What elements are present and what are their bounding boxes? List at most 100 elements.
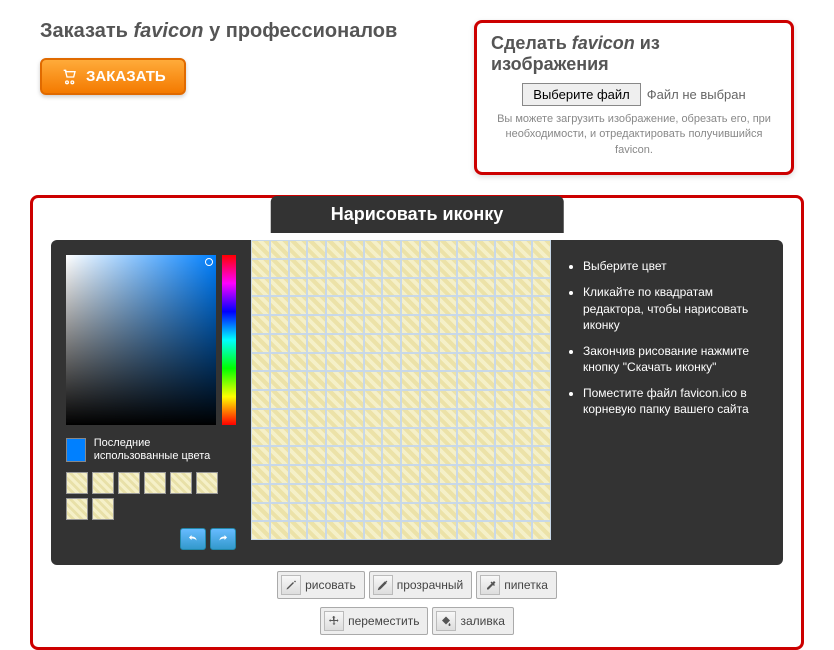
pixel-cell[interactable] — [307, 390, 326, 409]
pixel-cell[interactable] — [420, 353, 439, 372]
pixel-cell[interactable] — [514, 353, 533, 372]
pixel-cell[interactable] — [307, 353, 326, 372]
pixel-cell[interactable] — [457, 465, 476, 484]
recent-swatch[interactable] — [170, 472, 192, 494]
pixel-cell[interactable] — [401, 334, 420, 353]
pixel-cell[interactable] — [457, 296, 476, 315]
pixel-cell[interactable] — [457, 353, 476, 372]
pixel-cell[interactable] — [476, 446, 495, 465]
pixel-cell[interactable] — [345, 296, 364, 315]
pixel-cell[interactable] — [476, 353, 495, 372]
pixel-cell[interactable] — [364, 371, 383, 390]
pixel-cell[interactable] — [289, 484, 308, 503]
pixel-cell[interactable] — [251, 409, 270, 428]
pixel-cell[interactable] — [270, 353, 289, 372]
pixel-cell[interactable] — [476, 521, 495, 540]
pixel-cell[interactable] — [420, 334, 439, 353]
pixel-cell[interactable] — [364, 353, 383, 372]
pixel-cell[interactable] — [532, 296, 551, 315]
pixel-cell[interactable] — [364, 503, 383, 522]
pixel-cell[interactable] — [476, 240, 495, 259]
pixel-cell[interactable] — [326, 353, 345, 372]
pixel-cell[interactable] — [514, 428, 533, 447]
pixel-cell[interactable] — [495, 446, 514, 465]
pixel-cell[interactable] — [270, 446, 289, 465]
pixel-cell[interactable] — [401, 353, 420, 372]
pixel-cell[interactable] — [364, 409, 383, 428]
pixel-cell[interactable] — [326, 259, 345, 278]
pixel-cell[interactable] — [364, 465, 383, 484]
pixel-cell[interactable] — [364, 428, 383, 447]
pixel-cell[interactable] — [401, 240, 420, 259]
pixel-cell[interactable] — [251, 259, 270, 278]
pixel-cell[interactable] — [401, 446, 420, 465]
pixel-cell[interactable] — [476, 334, 495, 353]
pixel-cell[interactable] — [532, 278, 551, 297]
pixel-cell[interactable] — [439, 465, 458, 484]
pixel-cell[interactable] — [401, 503, 420, 522]
pixel-cell[interactable] — [495, 465, 514, 484]
pixel-cell[interactable] — [364, 296, 383, 315]
pixel-cell[interactable] — [532, 315, 551, 334]
pixel-cell[interactable] — [326, 315, 345, 334]
pixel-cell[interactable] — [307, 521, 326, 540]
pixel-cell[interactable] — [401, 521, 420, 540]
pixel-cell[interactable] — [289, 503, 308, 522]
pixel-cell[interactable] — [364, 278, 383, 297]
pixel-cell[interactable] — [345, 353, 364, 372]
pixel-cell[interactable] — [439, 484, 458, 503]
pixel-cell[interactable] — [345, 521, 364, 540]
pixel-cell[interactable] — [514, 521, 533, 540]
pixel-cell[interactable] — [289, 240, 308, 259]
redo-button[interactable] — [210, 528, 236, 550]
pixel-cell[interactable] — [345, 240, 364, 259]
pixel-cell[interactable] — [307, 296, 326, 315]
pixel-cell[interactable] — [420, 371, 439, 390]
pixel-cell[interactable] — [401, 315, 420, 334]
pixel-cell[interactable] — [270, 409, 289, 428]
pixel-cell[interactable] — [401, 259, 420, 278]
pixel-cell[interactable] — [289, 259, 308, 278]
pixel-cell[interactable] — [514, 465, 533, 484]
pixel-cell[interactable] — [495, 353, 514, 372]
hue-slider[interactable] — [222, 255, 236, 425]
current-color-swatch[interactable] — [66, 438, 86, 462]
pixel-cell[interactable] — [326, 390, 345, 409]
pixel-cell[interactable] — [476, 465, 495, 484]
pixel-cell[interactable] — [382, 353, 401, 372]
pixel-cell[interactable] — [307, 278, 326, 297]
pixel-cell[interactable] — [495, 503, 514, 522]
pixel-cell[interactable] — [457, 240, 476, 259]
pixel-cell[interactable] — [345, 259, 364, 278]
pixel-cell[interactable] — [270, 371, 289, 390]
pixel-cell[interactable] — [345, 278, 364, 297]
pixel-cell[interactable] — [307, 446, 326, 465]
pixel-cell[interactable] — [382, 446, 401, 465]
pixel-cell[interactable] — [345, 465, 364, 484]
pixel-cell[interactable] — [439, 334, 458, 353]
recent-swatch[interactable] — [92, 472, 114, 494]
pixel-cell[interactable] — [251, 390, 270, 409]
pixel-cell[interactable] — [514, 446, 533, 465]
pixel-cell[interactable] — [420, 484, 439, 503]
pixel-cell[interactable] — [495, 484, 514, 503]
pixel-canvas[interactable] — [251, 240, 551, 540]
pixel-cell[interactable] — [307, 465, 326, 484]
pixel-cell[interactable] — [420, 446, 439, 465]
pixel-cell[interactable] — [514, 315, 533, 334]
pixel-cell[interactable] — [457, 390, 476, 409]
pixel-cell[interactable] — [345, 390, 364, 409]
pixel-cell[interactable] — [289, 446, 308, 465]
pixel-cell[interactable] — [420, 278, 439, 297]
pixel-cell[interactable] — [401, 296, 420, 315]
pixel-cell[interactable] — [326, 521, 345, 540]
pixel-cell[interactable] — [420, 465, 439, 484]
pixel-cell[interactable] — [495, 409, 514, 428]
pixel-cell[interactable] — [457, 484, 476, 503]
pixel-cell[interactable] — [514, 390, 533, 409]
order-button[interactable]: ЗАКАЗАТЬ — [40, 58, 186, 95]
pixel-cell[interactable] — [476, 428, 495, 447]
pixel-cell[interactable] — [270, 503, 289, 522]
pixel-cell[interactable] — [514, 259, 533, 278]
pixel-cell[interactable] — [476, 390, 495, 409]
